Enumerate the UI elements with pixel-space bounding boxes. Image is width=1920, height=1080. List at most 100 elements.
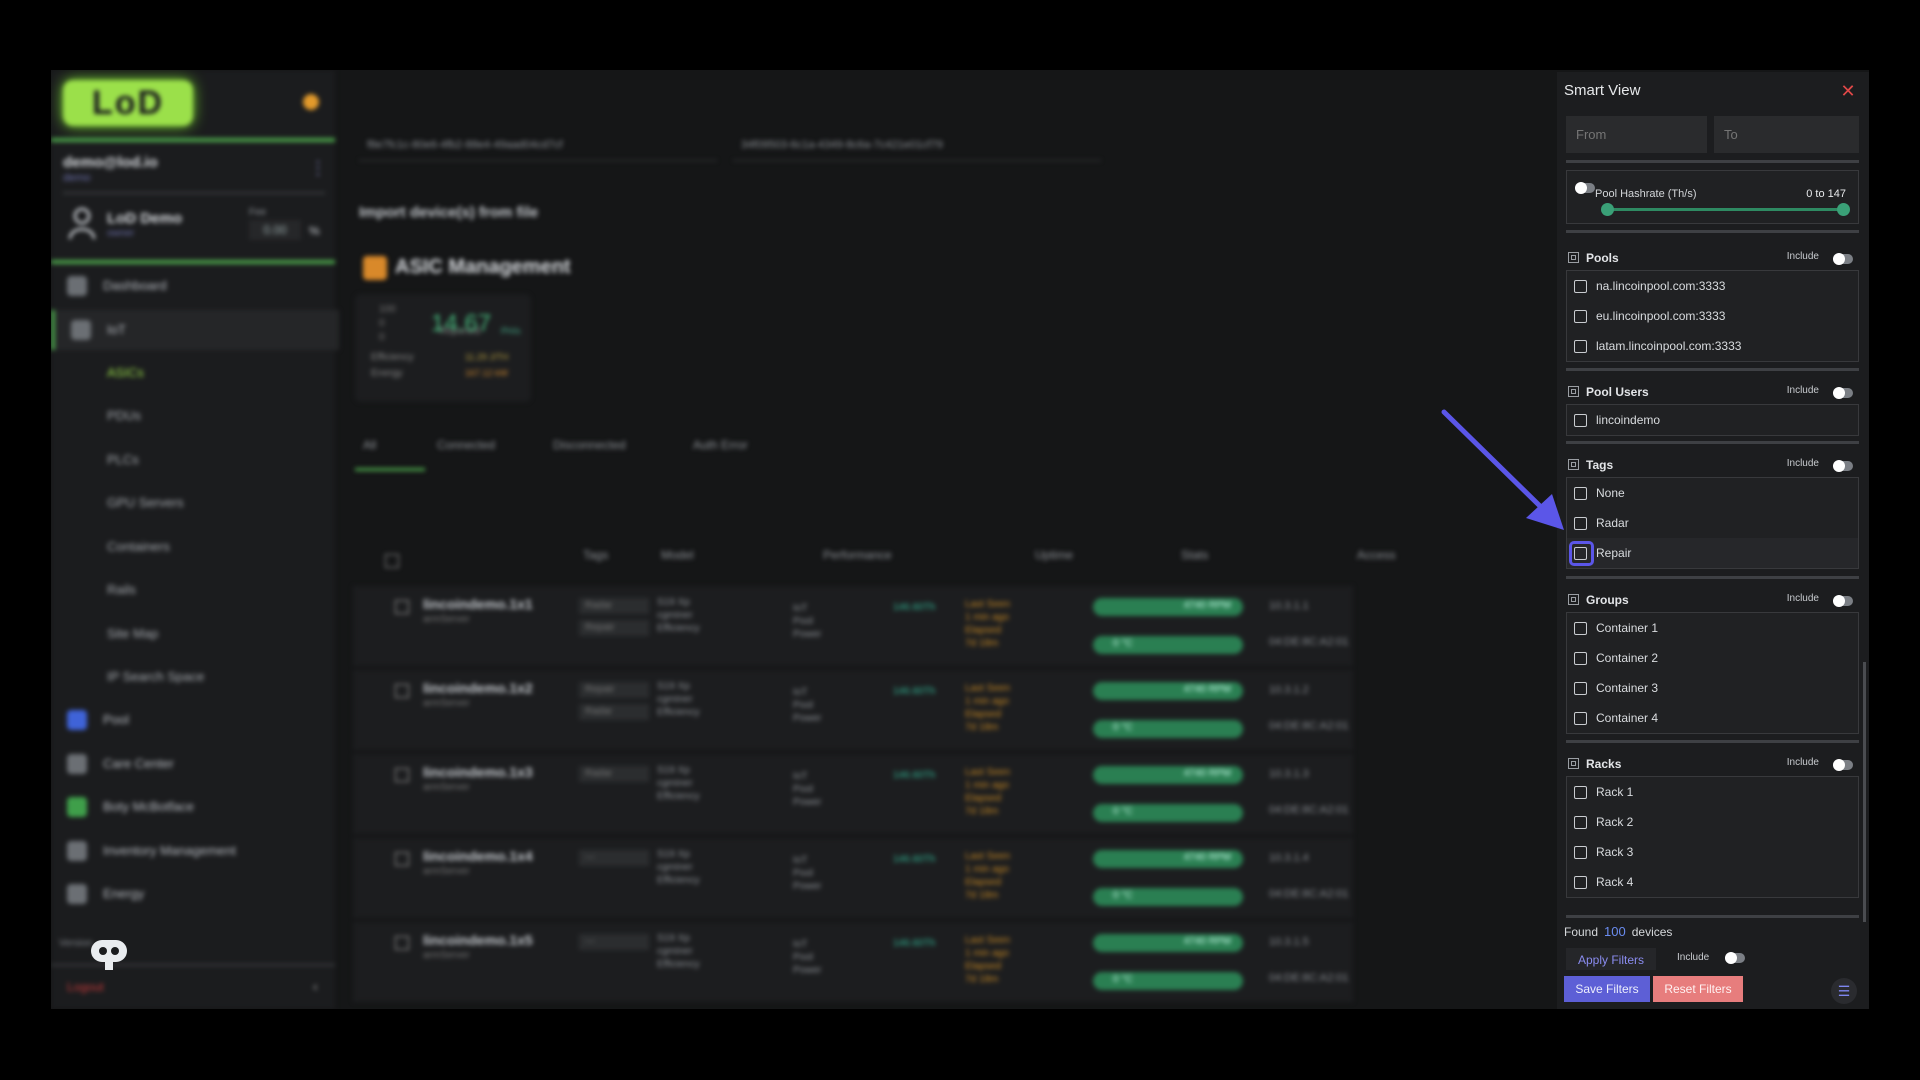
filter-option[interactable]: Rack 2 (1567, 807, 1858, 837)
include-toggle[interactable] (1725, 952, 1745, 964)
option-checkbox[interactable] (1574, 876, 1587, 889)
apply-filters-button[interactable]: Apply Filters (1566, 948, 1656, 970)
device-name[interactable]: lincoindemo.1x3 (423, 764, 533, 780)
kebab-menu-icon[interactable]: ⋮ (309, 158, 327, 179)
to-date-input[interactable] (1714, 116, 1859, 153)
scrollbar[interactable] (1863, 662, 1866, 922)
filter-option[interactable]: Repair (1567, 538, 1858, 568)
hashrate-toggle[interactable] (1575, 182, 1595, 194)
row-checkbox[interactable] (395, 684, 409, 698)
filter-option[interactable]: Radar (1567, 508, 1858, 538)
nav-pdus[interactable]: PDUs (107, 396, 141, 436)
tab-disconnected[interactable]: Disconnected (553, 438, 673, 452)
ip-address[interactable]: 10.3.1.1 (1269, 600, 1309, 612)
tab-all[interactable]: All (363, 438, 423, 452)
include-toggle[interactable] (1833, 595, 1853, 607)
id-field-1[interactable]: f8e7fc1c-80e6-4fb2-88e4-49aad04cd7cf (359, 130, 717, 161)
nav-plcs[interactable]: PLCs (107, 440, 139, 480)
option-checkbox[interactable] (1574, 310, 1587, 323)
nav-gpu-servers[interactable]: GPU Servers (107, 483, 184, 523)
chat-bot-icon[interactable] (87, 936, 131, 972)
lod-logo[interactable]: LoD (63, 80, 193, 126)
filter-option[interactable]: eu.lincoinpool.com:3333 (1567, 301, 1858, 331)
nav-containers[interactable]: Containers (107, 527, 170, 567)
hashrate-slider-min-handle[interactable] (1601, 203, 1614, 216)
option-checkbox[interactable] (1574, 816, 1587, 829)
col-model[interactable]: Model (661, 548, 694, 562)
filter-option[interactable]: latam.lincoinpool.com:3333 (1567, 331, 1858, 361)
device-name[interactable]: lincoindemo.1x2 (423, 680, 533, 696)
nav-iot[interactable]: IoT (51, 310, 339, 350)
ip-address[interactable]: 10.3.1.5 (1269, 936, 1309, 948)
option-checkbox[interactable] (1574, 280, 1587, 293)
id-field-2[interactable]: 34f09503-6c1a-4349-8c6a-7c421e01cf79 (733, 130, 1101, 161)
filter-option[interactable]: Rack 1 (1567, 777, 1858, 807)
tab-auth-error[interactable]: Auth Error (693, 438, 793, 452)
nav-rails[interactable]: Rails (107, 570, 136, 610)
row-checkbox[interactable] (395, 936, 409, 950)
nav-care-center[interactable]: Care Center (51, 744, 335, 784)
import-devices-link[interactable]: Import device(s) from file (359, 204, 538, 221)
row-checkbox[interactable] (395, 852, 409, 866)
option-checkbox[interactable] (1574, 622, 1587, 635)
device-name[interactable]: lincoindemo.1x1 (423, 596, 533, 612)
include-toggle[interactable] (1833, 387, 1853, 399)
nav-dashboard[interactable]: Dashboard (51, 266, 335, 306)
filter-option[interactable]: None (1567, 478, 1858, 508)
nav-ip-search[interactable]: IP Search Space (107, 657, 204, 697)
nav-energy[interactable]: Energy (51, 874, 335, 914)
col-access[interactable]: Access (1357, 548, 1396, 562)
option-checkbox[interactable] (1574, 846, 1587, 859)
theme-toggle-icon[interactable] (303, 94, 319, 110)
table-row[interactable]: lincoindemo.1x5 armServer --- S19 Xp cgminer… (353, 922, 1353, 1002)
reset-filters-button[interactable]: Reset Filters (1653, 976, 1743, 1002)
table-row[interactable]: lincoindemo.1x4 armServer --- S19 Xp cgminer… (353, 838, 1353, 918)
tune-icon[interactable]: ☰ (1831, 978, 1857, 1004)
nav-pool[interactable]: Pool (51, 700, 335, 740)
option-checkbox[interactable] (1574, 786, 1587, 799)
nav-site-map[interactable]: Site Map (107, 614, 158, 654)
filter-option[interactable]: Rack 4 (1567, 867, 1858, 897)
filter-option[interactable]: Container 3 (1567, 673, 1858, 703)
option-checkbox[interactable] (1574, 712, 1587, 725)
collapse-sidebar-icon[interactable]: ‹ (313, 978, 318, 994)
select-all-checkbox[interactable] (385, 554, 399, 568)
nav-asics[interactable]: ASICs (107, 353, 144, 393)
filter-option[interactable]: Container 2 (1567, 643, 1858, 673)
col-tags[interactable]: Tags (583, 548, 608, 562)
col-stats[interactable]: Stats (1181, 548, 1208, 562)
device-name[interactable]: lincoindemo.1x4 (423, 848, 533, 864)
filter-option[interactable]: lincoindemo (1567, 405, 1858, 435)
include-toggle[interactable] (1833, 253, 1853, 265)
filter-option[interactable]: na.lincoinpool.com:3333 (1567, 271, 1858, 301)
option-checkbox[interactable] (1574, 682, 1587, 695)
table-row[interactable]: lincoindemo.1x1 armServer Radar Repair S19 X… (353, 586, 1353, 666)
from-date-input[interactable] (1566, 116, 1707, 153)
option-checkbox[interactable] (1574, 340, 1587, 353)
ip-address[interactable]: 10.3.1.2 (1269, 684, 1309, 696)
save-filters-button[interactable]: Save Filters (1564, 976, 1650, 1002)
nav-boty[interactable]: Boty McBotface (51, 787, 335, 827)
table-row[interactable]: lincoindemo.1x3 armServer Radar S19 Xp cgmin… (353, 754, 1353, 834)
ip-address[interactable]: 10.3.1.3 (1269, 768, 1309, 780)
row-checkbox[interactable] (395, 768, 409, 782)
filter-option[interactable]: Rack 3 (1567, 837, 1858, 867)
filter-option[interactable]: Container 4 (1567, 703, 1858, 733)
table-row[interactable]: lincoindemo.1x2 armServer Repair Radar S19 X… (353, 670, 1353, 750)
include-toggle[interactable] (1833, 759, 1853, 771)
device-name[interactable]: lincoindemo.1x5 (423, 932, 533, 948)
hashrate-slider-track[interactable] (1607, 208, 1845, 211)
close-icon[interactable]: ✕ (1837, 80, 1859, 102)
row-checkbox[interactable] (395, 600, 409, 614)
col-uptime[interactable]: Uptime (1035, 548, 1073, 562)
nav-inventory[interactable]: Inventory Management (51, 831, 335, 871)
tab-connected[interactable]: Connected (437, 438, 537, 452)
filter-option[interactable]: Container 1 (1567, 613, 1858, 643)
hashrate-slider-max-handle[interactable] (1837, 203, 1850, 216)
col-performance[interactable]: Performance (823, 548, 892, 562)
option-checkbox[interactable] (1574, 652, 1587, 665)
ip-address[interactable]: 10.3.1.4 (1269, 852, 1309, 864)
logout-button[interactable]: Logout (67, 980, 104, 994)
fee-input[interactable]: 0.00 (249, 220, 301, 240)
include-toggle[interactable] (1833, 460, 1853, 472)
